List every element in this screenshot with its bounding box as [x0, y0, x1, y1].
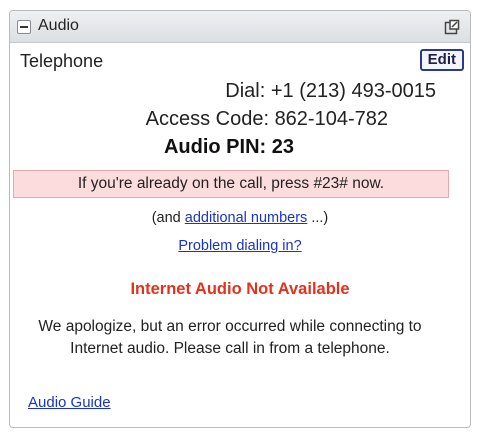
audio-guide-container: Audio Guide — [28, 394, 111, 411]
already-on-call-notice: If you're already on the call, press #23… — [13, 170, 449, 198]
additional-suffix: ...) — [307, 210, 329, 226]
additional-numbers-line: (and additional numbers ...) — [0, 210, 480, 226]
telephone-title: Telephone — [20, 51, 104, 71]
access-code-label: Access Code: — [145, 108, 269, 130]
additional-numbers-link[interactable]: additional numbers — [185, 210, 308, 226]
dial-number: +1 (213) 493-0015 — [270, 80, 436, 102]
dial-label: Dial: — [225, 80, 266, 102]
audio-pin-label: Audio PIN: — [163, 136, 267, 158]
audio-pin-value: 23 — [271, 136, 294, 158]
panel-titlebar: Audio — [10, 11, 470, 43]
problem-dialing-link[interactable]: Problem dialing in? — [178, 238, 301, 254]
dial-info: Dial: +1 (213) 493-0015 — [225, 80, 436, 103]
additional-prefix: (and — [151, 210, 185, 226]
audio-pin-info: Audio PIN: 23 — [164, 136, 294, 159]
minus-icon[interactable] — [17, 20, 31, 34]
internet-audio-error-title: Internet Audio Not Available — [130, 280, 350, 298]
panel-title: Audio — [38, 17, 79, 34]
access-code-info: Access Code: 862-104-782 — [146, 108, 388, 131]
internet-audio-error-message: We apologize, but an error occurred whil… — [38, 318, 422, 357]
access-code-value: 862-104-782 — [274, 108, 388, 130]
popout-window-icon[interactable] — [444, 19, 460, 35]
edit-button[interactable]: Edit — [419, 49, 464, 71]
telephone-header: Telephone Edit — [10, 43, 470, 77]
problem-dialing-container: Problem dialing in? — [0, 238, 480, 254]
audio-guide-link[interactable]: Audio Guide — [28, 394, 111, 411]
